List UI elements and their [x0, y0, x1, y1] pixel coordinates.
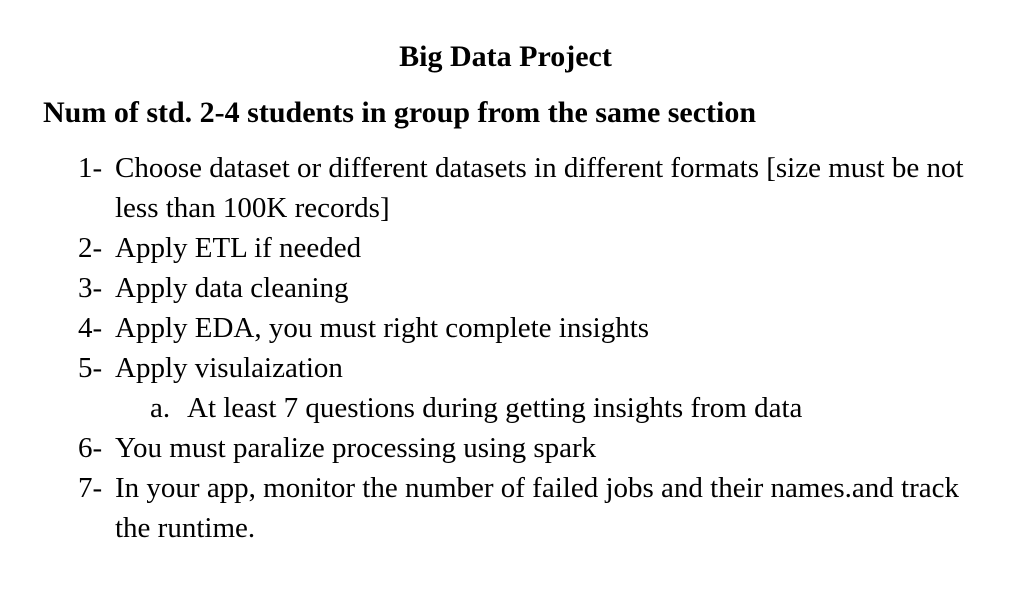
sub-list-item-text: At least 7 questions during getting insi… — [187, 392, 803, 424]
sub-list-item-letter: a. — [150, 392, 171, 424]
list-item-text: Apply visulaization — [115, 352, 343, 384]
requirements-list: 1- Choose dataset or different datasets … — [78, 148, 988, 548]
list-item-number: 7- — [78, 472, 103, 504]
sub-list-item: a. At least 7 questions during getting i… — [78, 388, 988, 428]
list-item-number: 1- — [78, 152, 103, 184]
list-item-text: You must paralize processing using spark — [115, 432, 597, 464]
list-item: 6- You must paralize processing using sp… — [78, 428, 988, 468]
list-item-number: 5- — [78, 352, 103, 384]
list-item-number: 6- — [78, 432, 103, 464]
list-item: 4- Apply EDA, you must right complete in… — [78, 308, 988, 348]
list-item-text: Apply ETL if needed — [115, 232, 362, 264]
document-title: Big Data Project — [399, 40, 612, 73]
list-item-text: Choose dataset or different datasets in … — [115, 152, 964, 224]
list-item: 1- Choose dataset or different datasets … — [78, 148, 988, 228]
list-item-text: Apply EDA, you must right complete insig… — [115, 312, 650, 344]
list-item-number: 3- — [78, 272, 103, 304]
list-item: 2- Apply ETL if needed — [78, 228, 988, 268]
list-item: 3- Apply data cleaning — [78, 268, 988, 308]
document-subtitle: Num of std. 2-4 students in group from t… — [43, 96, 757, 129]
list-item-text: Apply data cleaning — [115, 272, 349, 304]
document-page: Big Data Project Num of std. 2-4 student… — [0, 0, 1011, 600]
list-item-number: 2- — [78, 232, 103, 264]
list-item-text: In your app, monitor the number of faile… — [115, 472, 959, 544]
list-item-number: 4- — [78, 312, 103, 344]
list-item: 7- In your app, monitor the number of fa… — [78, 468, 988, 548]
list-item: 5- Apply visulaization — [78, 348, 988, 388]
